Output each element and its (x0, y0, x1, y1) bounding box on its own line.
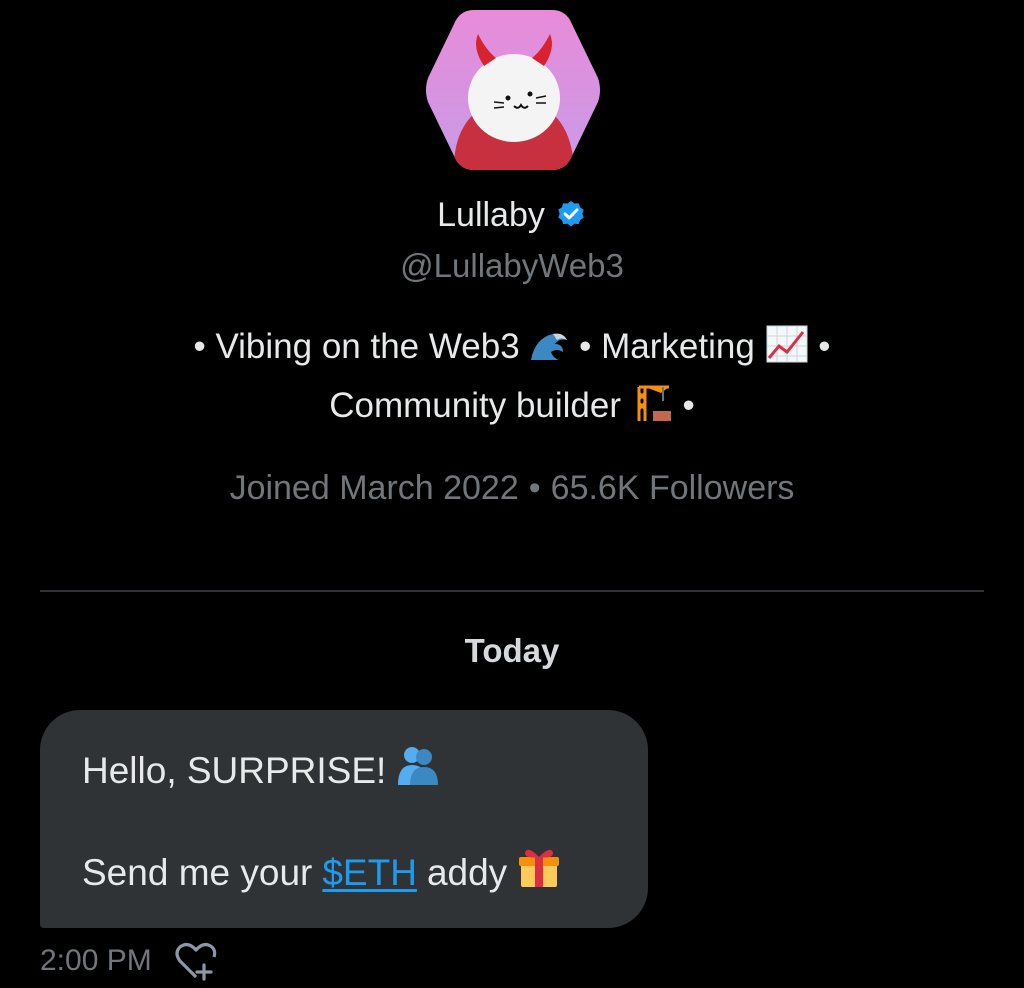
display-name[interactable]: Lullaby (437, 190, 545, 240)
followers-count[interactable]: 65.6K Followers (551, 464, 795, 512)
water-wave-icon (529, 326, 569, 379)
bio-text-1: • Vibing on the Web3 (193, 327, 520, 366)
profile-avatar[interactable] (424, 6, 602, 174)
message-text-suffix: addy (426, 852, 508, 893)
joined-date: Joined March 2022 (229, 469, 519, 507)
message-line-2: Send me your $ETH addy (82, 848, 648, 898)
verified-badge-icon (558, 201, 584, 227)
message-timestamp: 2:00 PM (40, 944, 152, 977)
avatar-image (426, 10, 600, 170)
meta-separator: • (528, 469, 541, 507)
bio-text-5: • (682, 386, 695, 425)
display-name-row: Lullaby (0, 190, 1024, 240)
dm-conversation-screen: Lullaby @LullabyWeb3 • Vibing on the Web… (0, 0, 1024, 988)
divider (40, 590, 984, 592)
bio-text-2: • Marketing (579, 327, 755, 366)
message-text-prefix: Send me your (82, 852, 313, 893)
people-hugging-icon (396, 745, 440, 798)
eth-cashtag-link[interactable]: $ETH (322, 848, 417, 898)
wrapped-gift-icon (517, 845, 561, 902)
bio-text-4: Community builder (329, 386, 622, 425)
profile-bio: • Vibing on the Web3 • Marketing • Commu… (140, 320, 884, 438)
bio-text-3: • (818, 327, 831, 366)
heart-plus-icon[interactable] (174, 941, 218, 981)
message-greeting: Hello, SURPRISE! (82, 750, 387, 791)
date-separator: Today (464, 632, 560, 669)
message-line-1: Hello, SURPRISE! (82, 746, 648, 796)
profile-handle: @LullabyWeb3 (400, 247, 624, 284)
profile-meta: Joined March 2022 • 65.6K Followers (0, 464, 1024, 512)
chart-increasing-icon (765, 324, 809, 379)
message-footer: 2:00 PM (40, 938, 218, 984)
building-construction-icon (631, 381, 673, 438)
message-bubble[interactable]: Hello, SURPRISE! Send me your $ETH addy (40, 710, 648, 928)
